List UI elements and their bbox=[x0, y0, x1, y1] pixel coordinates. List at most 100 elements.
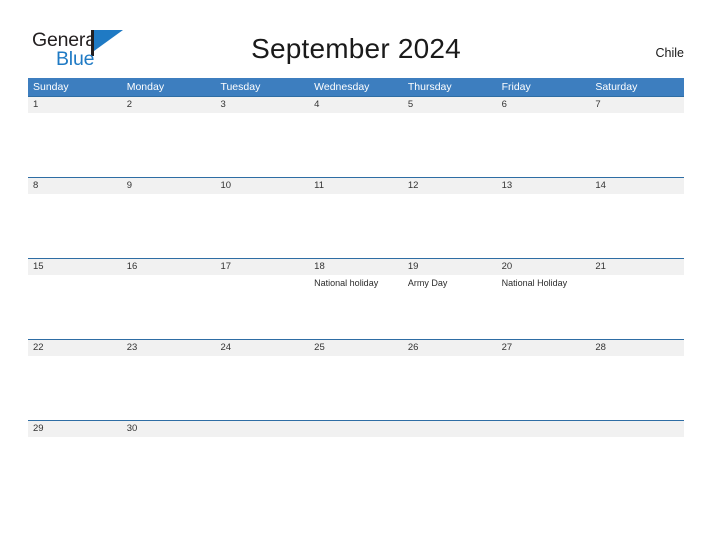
date-number[interactable]: 20 bbox=[497, 259, 591, 275]
day-cell[interactable] bbox=[122, 275, 216, 339]
date-number[interactable]: 19 bbox=[403, 259, 497, 275]
day-cell[interactable] bbox=[590, 194, 684, 258]
day-cell[interactable] bbox=[215, 275, 309, 339]
day-header-sunday: Sunday bbox=[33, 81, 69, 93]
day-cell[interactable] bbox=[403, 113, 497, 177]
calendar-week-row: 8 9 10 11 12 13 14 bbox=[28, 177, 684, 258]
event-label: National holiday bbox=[314, 278, 379, 288]
week-event-area bbox=[28, 194, 684, 258]
week-event-area bbox=[28, 437, 684, 447]
page-header: General Blue September 2024 Chile bbox=[0, 0, 712, 78]
day-cell[interactable] bbox=[309, 194, 403, 258]
day-cell[interactable]: Army Day bbox=[403, 275, 497, 339]
date-number[interactable]: 29 bbox=[28, 421, 122, 437]
day-header-wednesday: Wednesday bbox=[314, 81, 370, 93]
day-cell[interactable] bbox=[28, 437, 122, 447]
date-number[interactable]: 7 bbox=[590, 97, 684, 113]
day-cell[interactable] bbox=[28, 356, 122, 420]
date-number[interactable]: 3 bbox=[215, 97, 309, 113]
date-number[interactable]: 5 bbox=[403, 97, 497, 113]
day-cell[interactable]: National holiday bbox=[309, 275, 403, 339]
region-label: Chile bbox=[655, 46, 685, 60]
day-cell bbox=[309, 437, 403, 447]
date-number[interactable]: 11 bbox=[309, 178, 403, 194]
day-cell[interactable] bbox=[309, 113, 403, 177]
date-number[interactable]: 30 bbox=[122, 421, 216, 437]
day-header-tuesday: Tuesday bbox=[220, 81, 261, 93]
event-label: National Holiday bbox=[501, 278, 568, 288]
date-number[interactable]: 26 bbox=[403, 340, 497, 356]
day-cell[interactable] bbox=[497, 356, 591, 420]
date-number bbox=[215, 421, 309, 437]
date-number[interactable]: 1 bbox=[28, 97, 122, 113]
week-event-area: National holiday Army Day National Holid… bbox=[28, 275, 684, 339]
date-number[interactable]: 6 bbox=[497, 97, 591, 113]
event-label: Army Day bbox=[407, 278, 448, 288]
day-cell[interactable] bbox=[122, 356, 216, 420]
date-number bbox=[590, 421, 684, 437]
day-cell[interactable] bbox=[215, 194, 309, 258]
day-cell[interactable] bbox=[590, 356, 684, 420]
date-number[interactable]: 8 bbox=[28, 178, 122, 194]
day-cell[interactable] bbox=[403, 356, 497, 420]
day-cell bbox=[497, 437, 591, 447]
day-cell[interactable] bbox=[28, 113, 122, 177]
calendar-page: General Blue September 2024 Chile Sunday… bbox=[0, 0, 712, 550]
date-number bbox=[309, 421, 403, 437]
day-cell bbox=[403, 437, 497, 447]
day-cell[interactable] bbox=[215, 356, 309, 420]
date-number[interactable]: 18 bbox=[309, 259, 403, 275]
date-number[interactable]: 22 bbox=[28, 340, 122, 356]
date-number bbox=[497, 421, 591, 437]
calendar-week-row: 29 30 bbox=[28, 420, 684, 447]
date-number[interactable]: 13 bbox=[497, 178, 591, 194]
day-cell[interactable] bbox=[590, 113, 684, 177]
calendar-week-row: 1 2 3 4 5 6 7 bbox=[28, 96, 684, 177]
day-cell[interactable] bbox=[215, 113, 309, 177]
date-number[interactable]: 14 bbox=[590, 178, 684, 194]
day-cell[interactable]: National Holiday bbox=[497, 275, 591, 339]
date-number[interactable]: 24 bbox=[215, 340, 309, 356]
date-number[interactable]: 23 bbox=[122, 340, 216, 356]
date-number[interactable]: 2 bbox=[122, 97, 216, 113]
calendar-week-row: 22 23 24 25 26 27 28 bbox=[28, 339, 684, 420]
day-cell[interactable] bbox=[590, 275, 684, 339]
date-number[interactable]: 15 bbox=[28, 259, 122, 275]
day-cell[interactable] bbox=[497, 113, 591, 177]
week-date-numbers: 29 30 bbox=[28, 420, 684, 437]
date-number[interactable]: 4 bbox=[309, 97, 403, 113]
day-cell bbox=[590, 437, 684, 447]
day-of-week-header-row: Sunday Monday Tuesday Wednesday Thursday… bbox=[28, 78, 684, 96]
day-cell[interactable] bbox=[497, 194, 591, 258]
date-number[interactable]: 12 bbox=[403, 178, 497, 194]
date-number[interactable]: 17 bbox=[215, 259, 309, 275]
week-date-numbers: 22 23 24 25 26 27 28 bbox=[28, 339, 684, 356]
day-cell[interactable] bbox=[28, 275, 122, 339]
week-event-area bbox=[28, 113, 684, 177]
day-header-saturday: Saturday bbox=[595, 81, 638, 93]
date-number[interactable]: 28 bbox=[590, 340, 684, 356]
day-cell[interactable] bbox=[122, 113, 216, 177]
calendar-week-row: 15 16 17 18 19 20 21 National holiday Ar… bbox=[28, 258, 684, 339]
date-number[interactable]: 21 bbox=[590, 259, 684, 275]
date-number[interactable]: 9 bbox=[122, 178, 216, 194]
week-date-numbers: 1 2 3 4 5 6 7 bbox=[28, 96, 684, 113]
page-title: September 2024 bbox=[251, 33, 461, 64]
date-number[interactable]: 25 bbox=[309, 340, 403, 356]
date-number bbox=[403, 421, 497, 437]
day-header-friday: Friday bbox=[501, 81, 531, 93]
day-cell[interactable] bbox=[28, 194, 122, 258]
week-event-area bbox=[28, 356, 684, 420]
day-header-monday: Monday bbox=[126, 81, 165, 93]
day-cell[interactable] bbox=[309, 356, 403, 420]
week-date-numbers: 8 9 10 11 12 13 14 bbox=[28, 177, 684, 194]
week-date-numbers: 15 16 17 18 19 20 21 bbox=[28, 258, 684, 275]
date-number[interactable]: 27 bbox=[497, 340, 591, 356]
date-number[interactable]: 16 bbox=[122, 259, 216, 275]
day-header-thursday: Thursday bbox=[407, 81, 452, 93]
day-cell[interactable] bbox=[122, 194, 216, 258]
date-number[interactable]: 10 bbox=[215, 178, 309, 194]
day-cell[interactable] bbox=[122, 437, 216, 447]
day-cell[interactable] bbox=[403, 194, 497, 258]
day-cell bbox=[215, 437, 309, 447]
